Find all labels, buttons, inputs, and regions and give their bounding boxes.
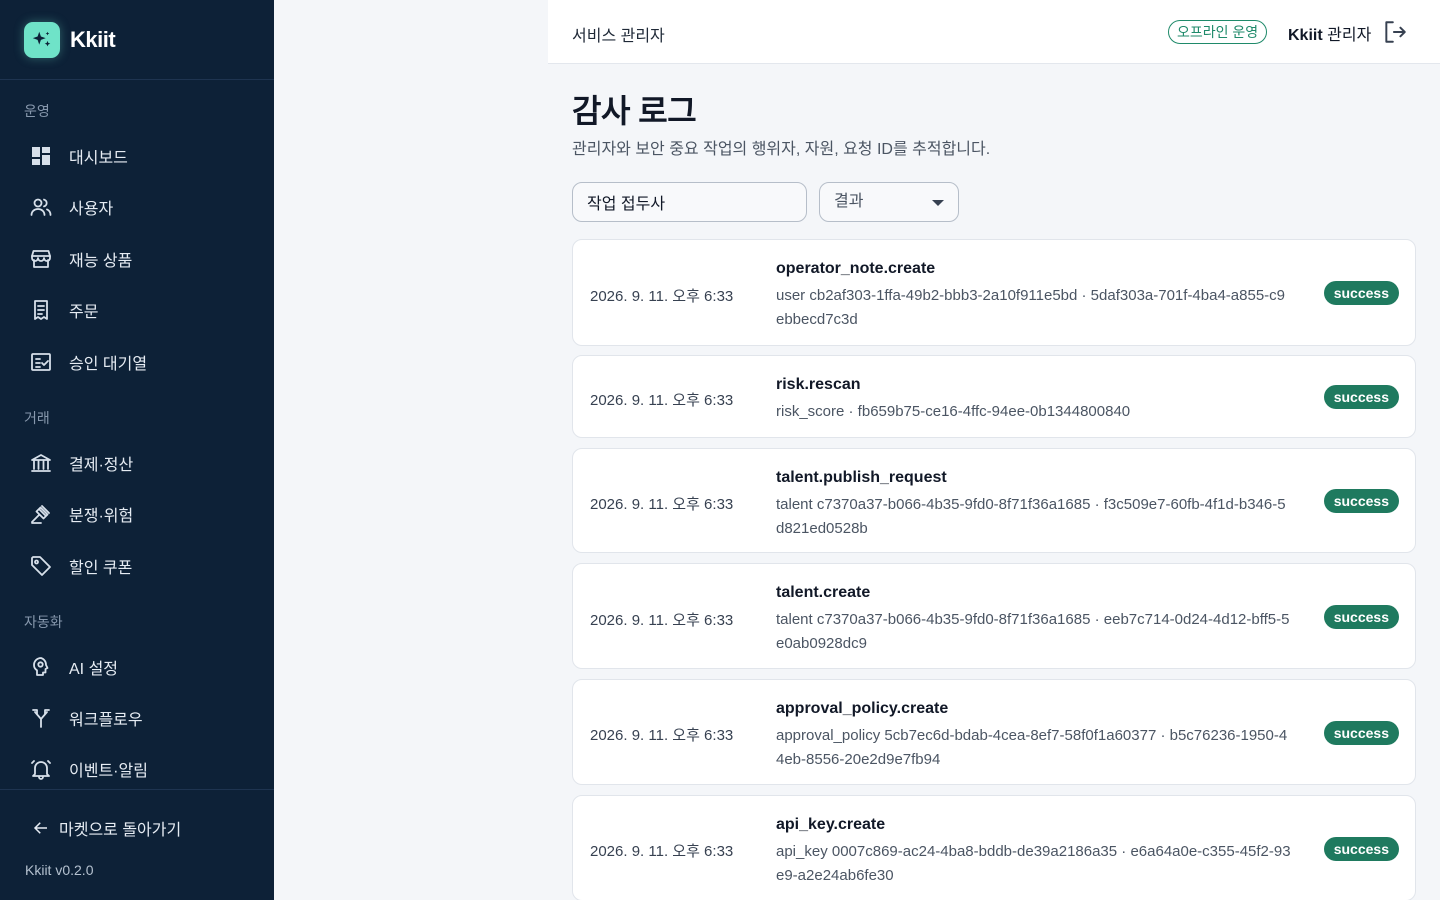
ai-brain-icon [28,654,54,680]
mode-badge: 오프라인 운영 [1168,20,1268,44]
log-detail: talent c7370a37-b066-4b35-9fd0-8f71f36a1… [776,496,1286,537]
result-filter-select[interactable]: 결과 [819,182,959,222]
log-detail: user cb2af303-1ffa-49b2-bbb3-2a10f911e5b… [776,287,1286,328]
sidebar-item-coupons[interactable]: 할인 쿠폰 [0,544,274,588]
log-time: 2026. 9. 11. 오후 6:33 [590,496,734,513]
result-filter-label: 결과 [834,193,864,210]
log-row[interactable]: 2026. 9. 11. 오후 6:33 approval_policy.cre… [572,679,1416,785]
workflow-icon [28,705,54,731]
status-badge: success [1323,489,1399,513]
sidebar-item-label: 결제·정산 [69,457,134,474]
log-row[interactable]: 2026. 9. 11. 오후 6:33 api_key.create api_… [572,795,1416,900]
log-row[interactable]: 2026. 9. 11. 오후 6:33 operator_note.creat… [572,239,1416,346]
sidebar-item-label: 주문 [69,304,99,321]
sidebar-item-label: 이벤트·알림 [69,763,148,780]
sidebar-item-label: 재능 상품 [69,253,133,270]
sidebar-item-label: 사용자 [69,201,114,218]
section-label-trade: 거래 [24,410,50,426]
app-version: Kkiit v0.2.0 [25,862,94,878]
status-badge: success [1323,837,1399,861]
log-body: talent.create talent c7370a37-b066-4b35-… [776,583,1291,656]
status-badge: success [1323,385,1399,409]
log-detail: talent c7370a37-b066-4b35-9fd0-8f71f36a1… [776,611,1290,652]
caret-down-icon [932,200,944,206]
log-body: approval_policy.create approval_policy 5… [776,699,1291,772]
log-detail: approval_policy 5cb7ec6d-bdab-4cea-8ef7-… [776,727,1288,768]
log-action: talent.create [776,584,871,601]
logout-button[interactable] [1382,19,1408,45]
log-action: operator_note.create [776,260,936,277]
page-subtitle: 관리자와 보안 중요 작업의 행위자, 자원, 요청 ID를 추적합니다. [572,141,991,158]
sparkle-logo-icon [24,21,60,58]
log-time: 2026. 9. 11. 오후 6:33 [590,392,734,409]
header-title: 서비스 관리자 [572,28,665,45]
sidebar-item-users[interactable]: 사용자 [0,185,274,229]
sidebar-item-talent-products[interactable]: 재능 상품 [0,237,274,281]
section-label-automation: 자동화 [24,614,63,630]
sidebar: Kkiit 운영 대시보드 사용자 재능 상품 주문 승인 대기열 거래 결제·… [0,0,274,900]
top-bar: 서비스 관리자 오프라인 운영 Kkiit 관리자 [548,0,1440,64]
log-body: talent.publish_request talent c7370a37-b… [776,468,1291,541]
sidebar-item-ai-settings[interactable]: AI 설정 [0,645,274,689]
sidebar-item-workflow[interactable]: 워크플로우 [0,696,274,740]
empty-panel [274,0,548,900]
log-time: 2026. 9. 11. 오후 6:33 [590,727,734,744]
log-row[interactable]: 2026. 9. 11. 오후 6:33 talent.create talen… [572,563,1416,669]
sidebar-item-label: AI 설정 [69,661,119,678]
action-prefix-search-input[interactable] [572,182,807,222]
admin-role: 관리자 [1327,27,1372,44]
log-time: 2026. 9. 11. 오후 6:33 [590,288,734,305]
log-body: operator_note.create user cb2af303-1ffa-… [776,259,1291,332]
store-icon [28,246,54,272]
log-row[interactable]: 2026. 9. 11. 오후 6:33 talent.publish_requ… [572,448,1416,553]
sidebar-item-label: 분쟁·위험 [69,508,134,525]
log-action: risk.rescan [776,376,861,393]
admin-brand: Kkiit [1288,27,1323,44]
log-action: talent.publish_request [776,469,947,486]
dashboard-icon [28,143,54,169]
bank-icon [28,450,54,476]
log-body: api_key.create api_key 0007c869-ac24-4ba… [776,815,1291,888]
log-detail: api_key 0007c869-ac24-4ba8-bddb-de39a218… [776,843,1291,884]
logout-icon [1385,21,1406,43]
back-to-market-label: 마켓으로 돌아가기 [59,822,182,839]
receipt-icon [28,297,54,323]
status-badge: success [1323,281,1399,305]
sidebar-item-label: 승인 대기열 [69,356,148,373]
gavel-icon [28,501,54,527]
sidebar-item-events-alerts[interactable]: 이벤트·알림 [0,747,274,791]
page-title: 감사 로그 [572,93,697,129]
brand-name: Kkiit [70,26,116,52]
log-detail: risk_score · fb659b75-ce16-4ffc-94ee-0b1… [776,403,1131,420]
users-icon [28,194,54,220]
status-badge: success [1323,721,1399,745]
sidebar-item-dashboard[interactable]: 대시보드 [0,134,274,178]
log-time: 2026. 9. 11. 오후 6:33 [590,612,734,629]
divider [0,789,274,790]
checklist-icon [28,349,54,375]
sidebar-item-label: 할인 쿠폰 [69,560,133,577]
bell-icon [28,756,54,782]
sidebar-item-payments[interactable]: 결제·정산 [0,441,274,485]
log-row[interactable]: 2026. 9. 11. 오후 6:33 risk.rescan risk_sc… [572,355,1416,438]
sidebar-item-approval-queue[interactable]: 승인 대기열 [0,340,274,384]
arrow-left-icon [33,822,47,834]
sidebar-item-disputes[interactable]: 분쟁·위험 [0,492,274,536]
log-action: api_key.create [776,816,886,833]
status-badge: success [1323,605,1399,629]
sidebar-item-orders[interactable]: 주문 [0,288,274,332]
tag-icon [28,553,54,579]
section-label-operations: 운영 [24,103,50,119]
admin-user: Kkiit 관리자 [1288,21,1371,45]
log-action: approval_policy.create [776,700,949,717]
sidebar-item-label: 워크플로우 [69,712,143,729]
log-body: risk.rescan risk_score · fb659b75-ce16-4… [776,375,1291,424]
log-time: 2026. 9. 11. 오후 6:33 [590,843,734,860]
sidebar-item-label: 대시보드 [69,150,128,167]
back-to-market-link[interactable]: 마켓으로 돌아가기 [32,816,181,840]
brand[interactable]: Kkiit [0,0,274,80]
